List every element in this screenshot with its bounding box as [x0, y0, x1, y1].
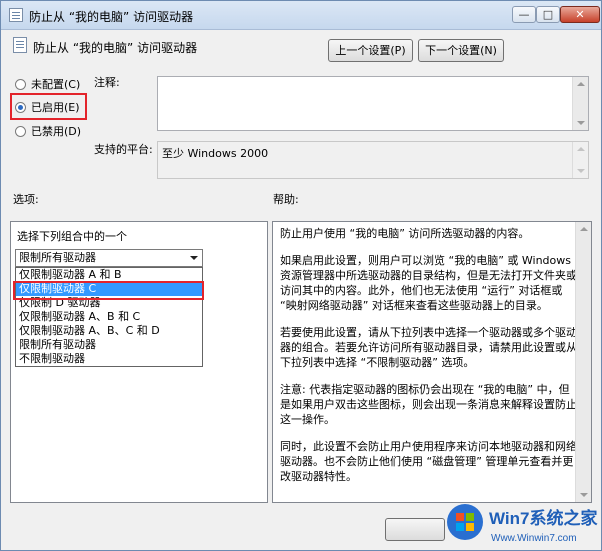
radio-circle[interactable] — [15, 125, 26, 137]
options-label: 选项: — [13, 193, 39, 206]
maximize-button[interactable]: □ — [536, 6, 560, 23]
scroll-down-arrow-icon[interactable] — [577, 121, 585, 125]
comment-scrollbar[interactable] — [572, 77, 588, 130]
minimize-button[interactable]: — — [512, 6, 536, 23]
select-value: 限制所有驱动器 — [19, 251, 96, 264]
watermark-orb — [447, 504, 483, 540]
help-scrollbar[interactable] — [575, 222, 591, 502]
scroll-down-arrow-icon[interactable] — [577, 169, 585, 173]
policy-setting-icon — [13, 37, 27, 53]
watermark-url: Www.Winwin7.com — [491, 533, 577, 544]
scroll-up-arrow-icon[interactable] — [577, 147, 585, 151]
combo-prompt: 选择下列组合中的一个 — [17, 230, 127, 243]
dropdown-option[interactable]: 仅限制驱动器 A、B、C 和 D — [16, 324, 202, 338]
scroll-up-arrow-icon[interactable] — [580, 227, 588, 231]
ok-button-partial[interactable] — [385, 518, 445, 541]
radio-label: 未配置(C) — [31, 78, 81, 91]
windows-flag-blue — [456, 523, 464, 531]
dropdown-option[interactable]: 仅限制驱动器 A、B 和 C — [16, 310, 202, 324]
window-title: 防止从 “我的电脑” 访问驱动器 — [29, 10, 194, 24]
policy-document-icon — [9, 8, 23, 22]
dropdown-option[interactable]: 仅限制驱动器 A 和 B — [16, 268, 202, 282]
next-setting-button[interactable]: 下一个设置(N) — [418, 39, 504, 62]
highlight-annotation-box — [13, 281, 204, 300]
help-label: 帮助: — [273, 193, 299, 206]
help-text: 防止用户使用 “我的电脑” 访问所选驱动器的内容。 如果启用此设置，则用户可以浏… — [280, 226, 580, 496]
drive-restriction-select[interactable]: 限制所有驱动器 — [15, 249, 203, 267]
previous-setting-button[interactable]: 上一个设置(P) — [328, 39, 413, 62]
chevron-down-icon[interactable] — [190, 256, 198, 260]
highlight-annotation-box — [10, 93, 87, 120]
radio-not-configured[interactable]: 未配置(C) — [15, 76, 80, 92]
supported-platform-box: 至少 Windows 2000 — [157, 141, 589, 179]
setting-title: 防止从 “我的电脑” 访问驱动器 — [33, 41, 198, 55]
scroll-up-arrow-icon[interactable] — [577, 82, 585, 86]
dropdown-option[interactable]: 限制所有驱动器 — [16, 338, 202, 352]
radio-disabled[interactable]: 已禁用(D) — [15, 123, 81, 139]
help-paragraph: 若要使用此设置，请从下拉列表中选择一个驱动器或多个驱动器的组合。若要允许访问所有… — [280, 326, 577, 369]
radio-label: 已禁用(D) — [31, 125, 82, 138]
windows-flag-yellow — [466, 523, 474, 531]
help-paragraph: 同时，此设置不会防止用户使用程序来访问本地驱动器和网络驱动器。也不会防止他们使用… — [280, 440, 577, 483]
watermark-brand: Win7系统之家 — [489, 508, 597, 528]
dropdown-option[interactable]: 不限制驱动器 — [16, 352, 202, 366]
platform-scrollbar[interactable] — [572, 142, 588, 178]
radio-circle[interactable] — [15, 78, 26, 90]
help-paragraph: 如果启用此设置，则用户可以浏览 “我的电脑” 或 Windows 资源管理器中所… — [280, 254, 577, 312]
scroll-down-arrow-icon[interactable] — [580, 493, 588, 497]
supported-platform-value: 至少 Windows 2000 — [162, 147, 269, 160]
comment-textarea[interactable] — [157, 76, 589, 131]
windows-flag-green — [466, 513, 474, 521]
comment-label: 注释: — [94, 76, 120, 89]
windows-flag-red — [456, 513, 464, 521]
policy-dialog-window: 防止从 “我的电脑” 访问驱动器 — □ ✕ 防止从 “我的电脑” 访问驱动器 … — [0, 0, 602, 551]
help-paragraph: 注意: 代表指定驱动器的图标仍会出现在 “我的电脑” 中，但是如果用户双击这些图… — [280, 383, 577, 426]
title-bar[interactable]: 防止从 “我的电脑” 访问驱动器 — □ ✕ — [1, 1, 601, 30]
supported-platform-label: 支持的平台: — [94, 143, 153, 156]
close-button[interactable]: ✕ — [560, 6, 600, 23]
help-paragraph: 防止用户使用 “我的电脑” 访问所选驱动器的内容。 — [280, 227, 530, 240]
help-panel: 防止用户使用 “我的电脑” 访问所选驱动器的内容。 如果启用此设置，则用户可以浏… — [272, 221, 592, 503]
win7-watermark-logo: Win7系统之家 Www.Winwin7.com — [447, 504, 597, 544]
